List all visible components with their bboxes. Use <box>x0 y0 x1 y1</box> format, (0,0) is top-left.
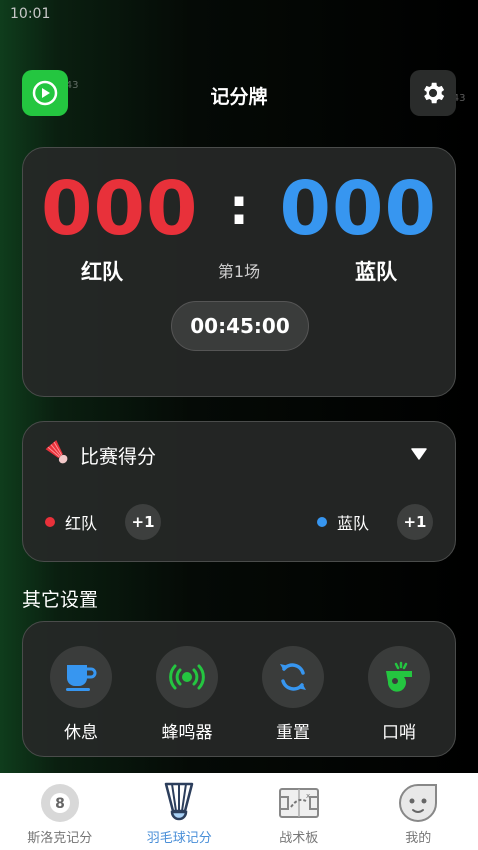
other-settings-card: 休息 蜂鸣器 重置 口哨 <box>22 621 456 757</box>
dropdown-icon[interactable] <box>411 448 427 460</box>
timer-button[interactable]: 00:45:00 <box>171 301 309 351</box>
tab-badminton-label: 羽毛球记分 <box>146 831 212 846</box>
blue-team-name: 蓝队 <box>336 514 369 533</box>
tab-snooker-label: 斯洛克记分 <box>27 831 93 846</box>
rest-label: 休息 <box>64 723 98 743</box>
header: 记分牌 <box>22 70 456 116</box>
tab-snooker[interactable]: 8 斯洛克记分 <box>0 773 120 850</box>
match-score-card: 比赛得分 红队 +1 蓝队 +1 <box>22 421 456 562</box>
tab-tactics-board-label: 战术板 <box>279 831 319 846</box>
scoreboard-card: 000 : 000 红队 第1场 蓝队 00:45:00 <box>22 147 456 397</box>
svg-text:x: x <box>306 792 310 800</box>
tab-badminton[interactable]: 羽毛球记分 <box>120 773 240 850</box>
settings-button[interactable] <box>410 70 456 116</box>
whistle-icon <box>386 661 412 692</box>
buzzer-button[interactable]: 蜂鸣器 <box>147 646 227 743</box>
profile-face-icon <box>399 784 438 822</box>
reset-label: 重置 <box>276 723 310 743</box>
tab-profile[interactable]: 我的 <box>359 773 478 850</box>
whistle-button[interactable]: 口哨 <box>359 646 439 743</box>
reset-icon <box>280 663 306 691</box>
svg-text:8: 8 <box>55 796 65 812</box>
whistle-label: 口哨 <box>382 723 416 743</box>
buzzer-icon <box>169 664 205 690</box>
tab-profile-label: 我的 <box>405 831 432 846</box>
red-plus-one-button[interactable]: +1 <box>125 504 162 540</box>
match-score-title: 比赛得分 <box>80 446 157 468</box>
red-dot <box>45 517 55 527</box>
red-team-row: 红队 +1 <box>45 504 162 540</box>
cup-icon <box>66 665 97 691</box>
tactics-board-icon: x <box>278 788 319 818</box>
shuttlecock-icon <box>45 440 68 464</box>
blue-score[interactable]: 000 <box>280 166 437 252</box>
other-settings-title: 其它设置 <box>22 589 99 611</box>
rest-button[interactable]: 休息 <box>41 646 121 743</box>
blue-team-label: 蓝队 <box>355 260 397 284</box>
bottom-tab-bar: 8 斯洛克记分 羽毛球记分 x 战术板 我的 <box>0 773 478 850</box>
red-team-name: 红队 <box>65 514 98 533</box>
blue-plus-one-button[interactable]: +1 <box>397 504 433 540</box>
shuttlecock-icon <box>165 782 194 821</box>
buzzer-label: 蜂鸣器 <box>161 723 213 743</box>
reset-button[interactable]: 重置 <box>253 646 333 743</box>
status-time: 10:01 <box>10 6 51 22</box>
tab-tactics-board[interactable]: x 战术板 <box>239 773 359 850</box>
blue-dot <box>316 517 327 527</box>
gear-icon <box>424 82 445 104</box>
page-title: 记分牌 <box>210 86 268 108</box>
billiard-ball-icon: 8 <box>40 784 79 822</box>
blue-team-row: 蓝队 +1 <box>316 504 433 540</box>
